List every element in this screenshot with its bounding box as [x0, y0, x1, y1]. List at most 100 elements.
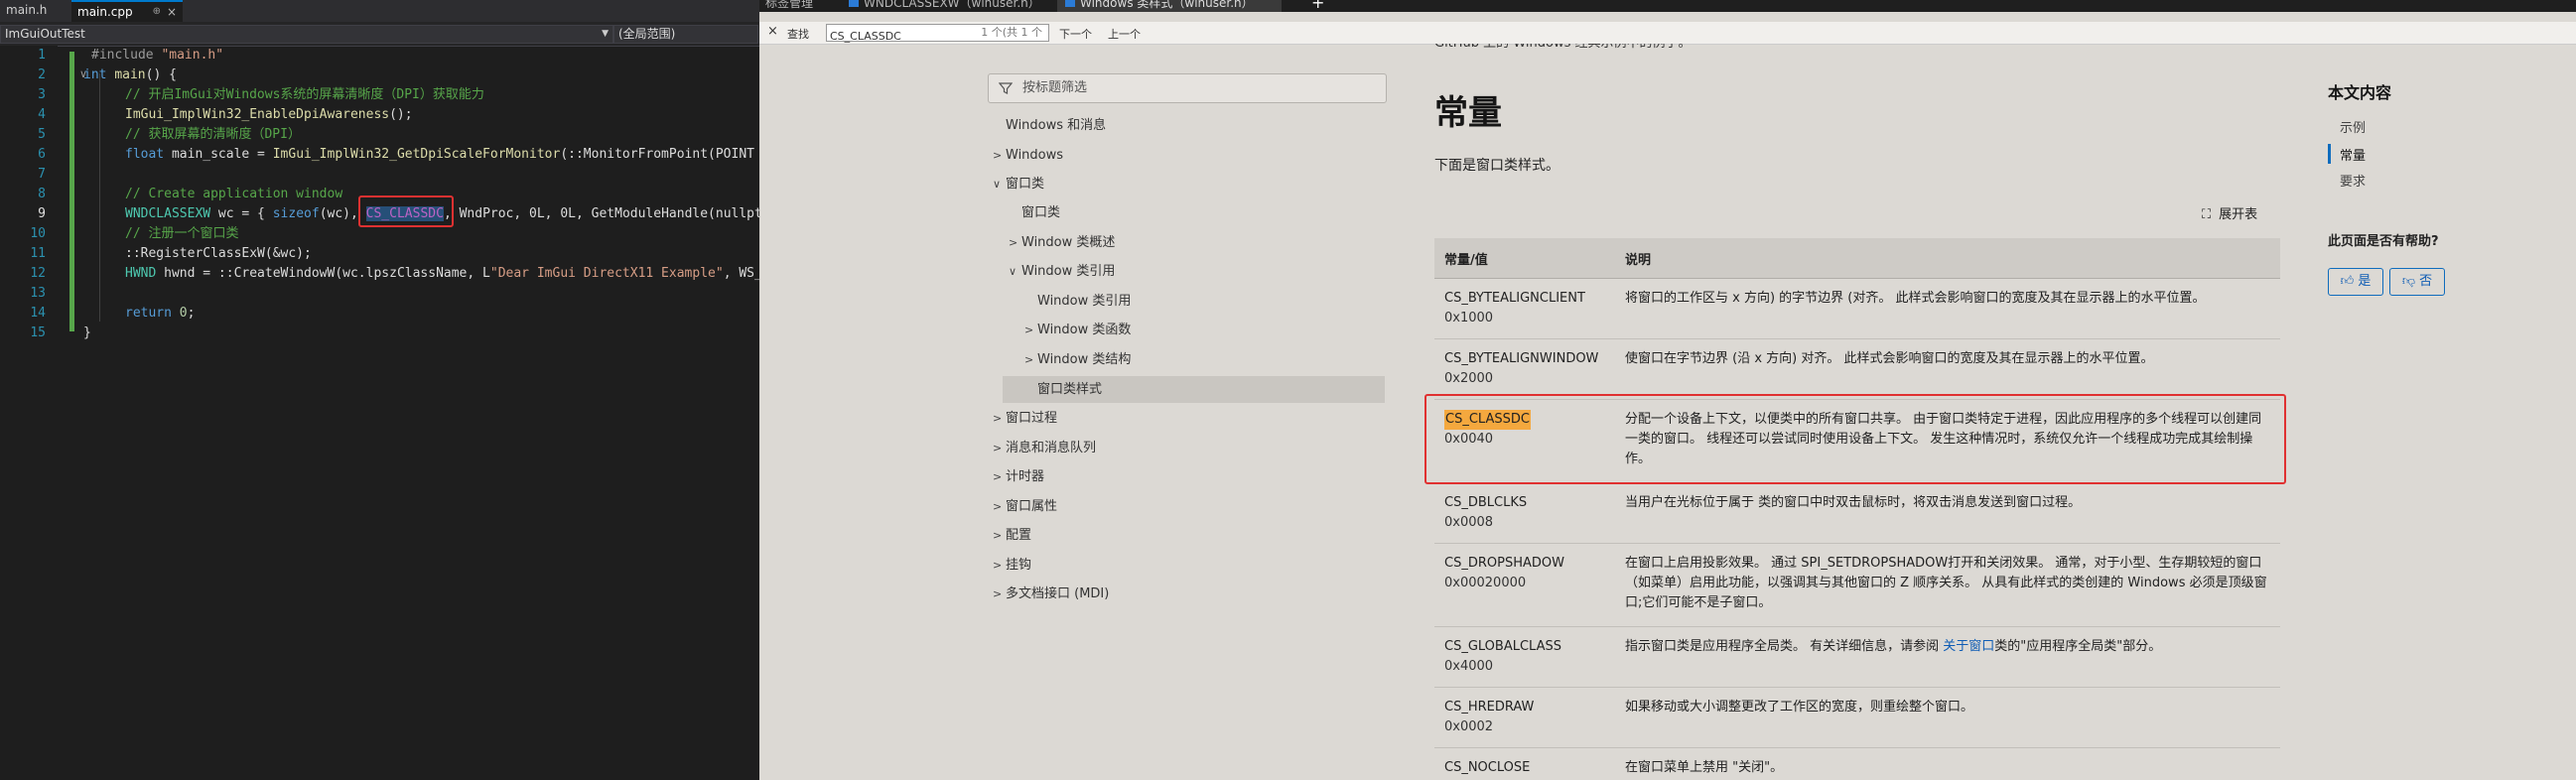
member-scope-dropdown[interactable]: (全局范围)	[613, 25, 758, 44]
feedback-yes-button[interactable]: 👍︎ 是	[2328, 268, 2383, 296]
tab-main-cpp[interactable]: main.cpp ⊕ ×	[71, 0, 183, 22]
find-label: 查找	[787, 28, 809, 41]
chevron-right-icon: >	[993, 412, 1003, 425]
no-label: 否	[2419, 274, 2433, 289]
chevron-right-icon: >	[993, 442, 1003, 455]
browser-tab[interactable]: 标签管理	[765, 0, 813, 12]
nav-label: 配置	[1006, 528, 1032, 543]
project-scope-dropdown[interactable]: ImGuiOutTest ▼	[0, 25, 613, 44]
line-number: 10	[30, 226, 46, 241]
nav-filter-input[interactable]: 按标题筛选	[988, 73, 1387, 103]
find-previous-button[interactable]: 上一个	[1108, 26, 1141, 42]
nav-label: 窗口类	[1021, 205, 1061, 220]
description-cell: 将窗口的工作区与 x 方向) 的字节边界 (对齐。 此样式会影响窗口的宽度及其在…	[1615, 278, 2280, 339]
constant-value: 0x2000	[1444, 371, 1494, 386]
annotation-highlight-box	[358, 195, 454, 227]
close-icon[interactable]: ×	[167, 2, 177, 22]
nav-label: 窗口类样式	[1037, 382, 1103, 397]
code-token: wc = {	[217, 206, 273, 221]
editor-tab-bar: main.h main.cpp ⊕ ×	[0, 0, 759, 22]
nav-item-class-reference[interactable]: ∨ Window 类引用	[1009, 263, 1115, 281]
thumbs-up-icon: 👍︎	[2340, 274, 2355, 289]
nav-label: Windows	[1006, 148, 1064, 163]
close-icon[interactable]: ×	[767, 24, 778, 39]
code-line: HWND hwnd = ::CreateWindowW(wc.lpszClass…	[125, 264, 759, 284]
string-token: "Dear ImGui DirectX11 Example"	[489, 266, 724, 281]
feedback-no-button[interactable]: 👎︎ 否	[2389, 268, 2445, 296]
tab-main-h[interactable]: main.h	[0, 0, 81, 20]
nav-item-class-overview[interactable]: > Window 类概述	[1009, 234, 1115, 252]
function-token: main	[114, 67, 146, 82]
string-token: "main.h"	[161, 48, 224, 63]
line-number: 5	[38, 127, 46, 142]
nav-item-windows[interactable]: > Windows	[993, 147, 1064, 165]
find-input[interactable]: CS_CLASSDC 1 个(共 1 个	[826, 24, 1049, 43]
constants-table: 常量/值 说明 CS_BYTEALIGNCLIENT 0x1000 将窗口的工作区…	[1434, 238, 2280, 780]
find-match-count: 1 个(共 1 个	[981, 26, 1042, 39]
thumbs-down-icon: 👎︎	[2401, 274, 2416, 289]
line-number: 4	[38, 107, 46, 122]
constant-cell: CS_BYTEALIGNWINDOW 0x2000	[1434, 338, 1615, 400]
navigation-bar: ImGuiOutTest ▼ (全局范围)	[0, 22, 759, 47]
code-line: }	[83, 325, 91, 340]
nav-label: 窗口属性	[1006, 499, 1058, 514]
range-label: (全局范围)	[618, 27, 676, 41]
nav-item-windows-and-messages[interactable]: Windows 和消息	[1006, 117, 1106, 135]
nav-item-class-structures[interactable]: > Window 类结构	[1024, 351, 1132, 369]
nav-item-window-procedures[interactable]: > 窗口过程	[993, 410, 1057, 428]
table-row: CS_DBLCLKS 0x0008 当用户在光标位于属于 类的窗口中时双击鼠标时，…	[1434, 482, 2280, 544]
nav-item-configuration[interactable]: > 配置	[993, 527, 1032, 545]
constant-value: 0x4000	[1444, 659, 1494, 674]
toc-item-examples[interactable]: 示例	[2340, 117, 2366, 136]
code-token: , WndProc, 0L, 0L, GetModuleHandle(nullp…	[443, 206, 759, 221]
browser-tab-strip: 标签管理 WNDCLASSEXW（winuser.h） Windows 类样式（…	[759, 0, 2576, 12]
page-title: 常量	[1434, 93, 1502, 133]
browser-tab[interactable]: WNDCLASSEXW（winuser.h）	[849, 0, 1040, 12]
constant-value: 0x00020000	[1444, 576, 1527, 590]
table-row: CS_NOCLOSE0x0200 在窗口菜单上禁用 "关闭"。	[1434, 747, 2280, 780]
nav-label: Window 类结构	[1037, 352, 1132, 367]
description-text: 类的"应用程序全局类"部分。	[1994, 639, 2162, 654]
find-next-button[interactable]: 下一个	[1059, 26, 1092, 42]
line-number: 13	[30, 286, 46, 301]
expand-table-button[interactable]: ⛶ 展开表	[2202, 203, 2257, 222]
keyword-token: int	[83, 67, 115, 82]
browser-tab-active[interactable]: Windows 类样式（winuser.h）	[1057, 0, 1282, 12]
constant-value: 0x0002	[1444, 719, 1494, 734]
line-number: 11	[30, 246, 46, 261]
code-token: () {	[145, 67, 177, 82]
nav-item-window-classes-child[interactable]: 窗口类	[1021, 204, 1060, 222]
constant-name: CS_NOCLOSE	[1444, 760, 1531, 775]
nav-item-class-functions[interactable]: > Window 类函数	[1024, 322, 1131, 339]
toc-item-requirements[interactable]: 要求	[2340, 171, 2366, 190]
new-tab-button[interactable]: +	[1311, 0, 1324, 12]
number-token: 0	[179, 306, 188, 321]
nav-item-window-properties[interactable]: > 窗口属性	[993, 498, 1058, 516]
nav-item-timers[interactable]: > 计时器	[993, 468, 1044, 486]
nav-item-window-classes[interactable]: ∨ 窗口类	[993, 176, 1044, 194]
toc-item-constants[interactable]: 常量	[2340, 145, 2366, 164]
constant-cell: CS_BYTEALIGNCLIENT 0x1000	[1434, 278, 1615, 339]
about-window-classes-link[interactable]: 关于窗口	[1943, 639, 1994, 654]
description-cell: 如果移动或大小调整更改了工作区的宽度，则重绘整个窗口。	[1615, 687, 2280, 748]
nav-label: Windows 和消息	[1006, 118, 1107, 133]
code-line: ImGui_ImplWin32_EnableDpiAwareness();	[125, 105, 413, 125]
line-number: 9	[38, 206, 46, 221]
line-number: 14	[30, 306, 46, 321]
tab-label: main.cpp	[77, 5, 133, 19]
nav-item-class-reference-child[interactable]: Window 类引用	[1037, 293, 1131, 311]
code-line: return 0;	[125, 304, 195, 324]
chevron-down-icon: ∨	[993, 178, 1002, 191]
code-line: ::RegisterClassExW(&wc);	[125, 246, 312, 261]
nav-item-messages[interactable]: > 消息和消息队列	[993, 440, 1096, 457]
column-header: 说明	[1615, 238, 2280, 279]
nav-item-hooks[interactable]: > 挂钩	[993, 557, 1031, 575]
expand-label: 展开表	[2219, 207, 2258, 222]
code-area[interactable]: #include "main.h" int main() { // 开启ImGu…	[83, 46, 759, 780]
pin-icon[interactable]: ⊕	[153, 2, 161, 22]
code-comment: // 开启ImGui对Windows系统的屏幕清晰度（DPI）获取能力	[125, 87, 484, 102]
table-header-row: 常量/值 说明	[1434, 238, 2280, 279]
nav-item-class-styles[interactable]: 窗口类样式	[1037, 381, 1102, 399]
chevron-down-icon: ∨	[1009, 265, 1017, 278]
nav-item-mdi[interactable]: > 多文档接口 (MDI)	[993, 585, 1109, 603]
